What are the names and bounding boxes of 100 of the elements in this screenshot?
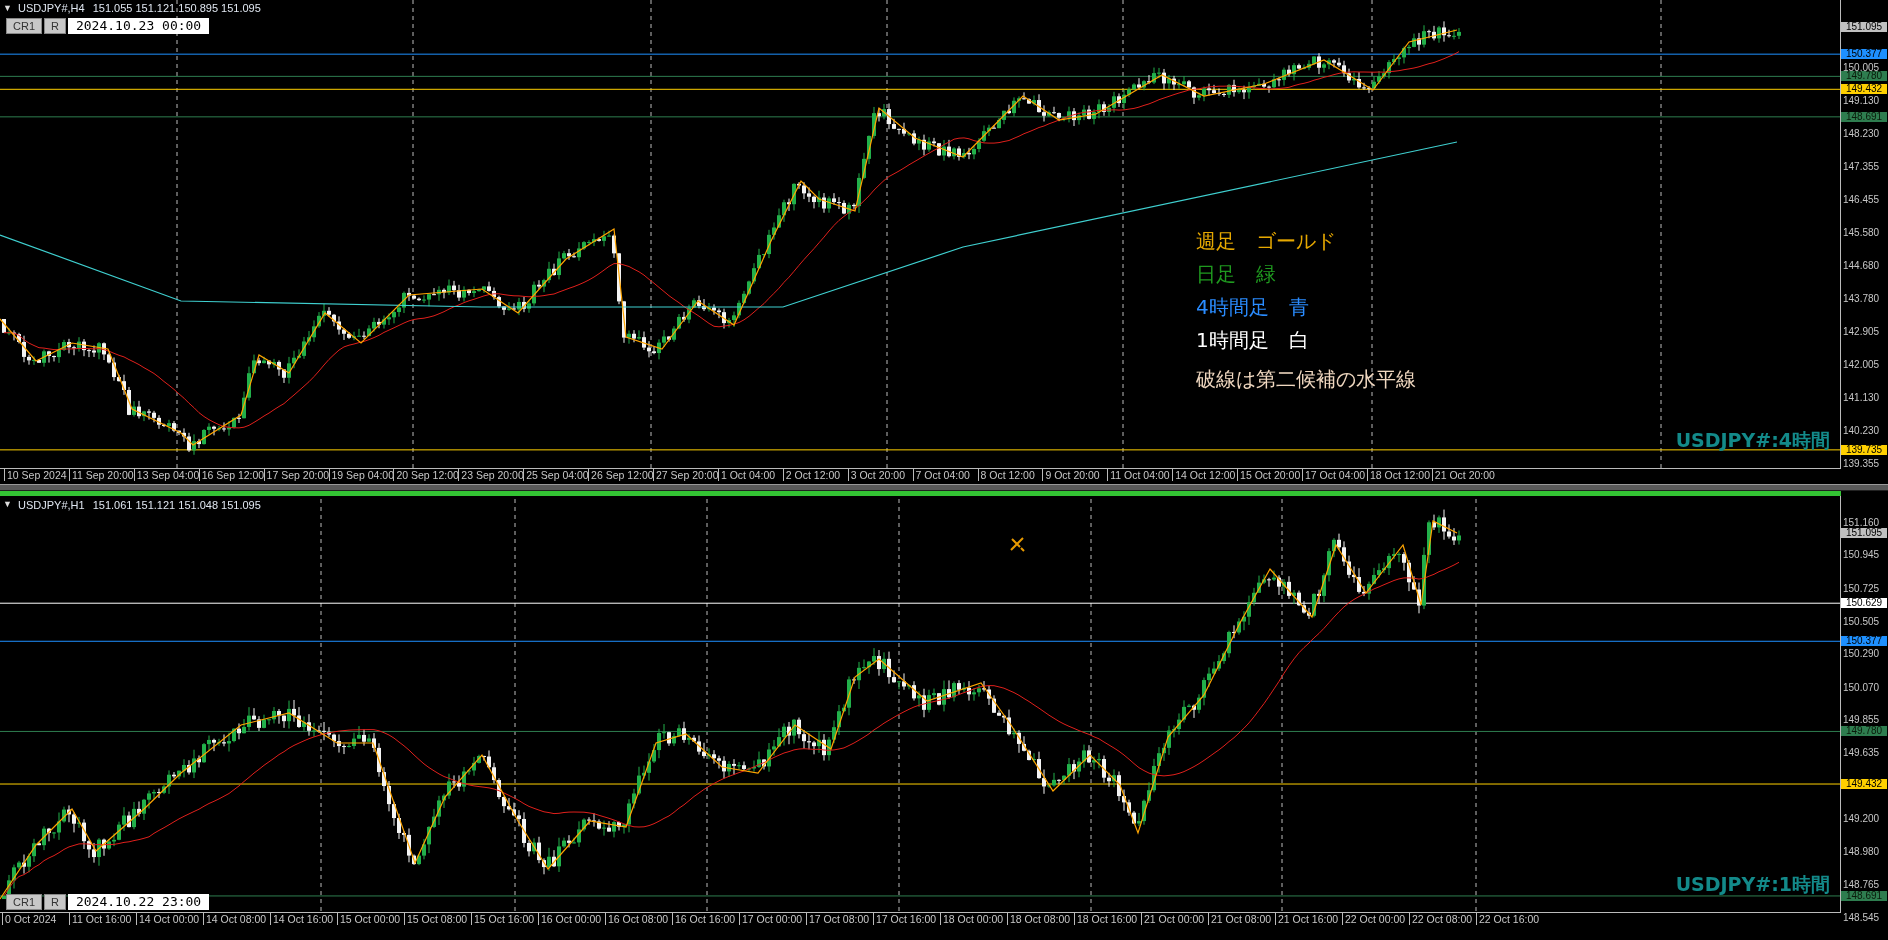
time-label: 16 Oct 08:00	[605, 913, 669, 925]
price-tick-label: 148.545	[1843, 913, 1880, 923]
time-label: 9 Oct 20:00	[1042, 469, 1100, 481]
price-label: 150.377	[1841, 49, 1887, 60]
time-label: 18 Oct 16:00	[1074, 913, 1138, 925]
time-label: 21 Oct 16:00	[1275, 913, 1339, 925]
price-label: 149.780	[1841, 726, 1887, 737]
time-label: 7 Oct 04:00	[912, 469, 970, 481]
chart-label: USDJPY#:4時間	[1675, 428, 1830, 453]
time-label: 17 Oct 16:00	[873, 913, 937, 925]
price-tick-label: 146.455	[1843, 195, 1880, 205]
chart-button[interactable]: R	[44, 18, 66, 34]
time-label: 15 Oct 00:00	[337, 913, 401, 925]
price-tick-label: 150.725	[1843, 583, 1880, 594]
time-label: 11 Oct 04:00	[1107, 469, 1170, 481]
ohlc-values: 151.061 151.121 151.048 151.095	[92, 499, 261, 511]
time-label: 25 Sep 04:00	[523, 469, 589, 481]
time-label: 15 Oct 16:00	[471, 913, 535, 925]
price-label: 150.629	[1841, 598, 1887, 609]
price-tick-label: 145.580	[1843, 227, 1880, 238]
price-tick-label: 148.230	[1843, 129, 1880, 139]
time-label: 17 Oct 00:00	[739, 913, 803, 925]
time-label: 16 Oct 00:00	[538, 913, 602, 925]
price-tick-label: 143.780	[1843, 294, 1880, 305]
time-label: 16 Sep 12:00	[198, 469, 265, 481]
time-label: 2 Oct 12:00	[782, 469, 841, 481]
time-label: 13 Sep 04:00	[133, 469, 200, 481]
price-label: 139.735	[1841, 444, 1887, 455]
price-tick-label: 148.980	[1843, 847, 1880, 858]
time-label: 14 Oct 08:00	[203, 913, 267, 925]
time-label: 16 Oct 16:00	[672, 913, 736, 925]
price-tick-label: 142.005	[1843, 360, 1880, 371]
pane-menu-button[interactable]: ▼	[3, 3, 12, 14]
chart-button[interactable]: CR1	[6, 894, 42, 910]
symbol-label: USDJPY#,H4	[18, 2, 85, 14]
time-label: 14 Oct 00:00	[136, 913, 200, 925]
time-label: 11 Sep 20:00	[68, 469, 134, 481]
note-text: 日足 緑	[1196, 261, 1277, 287]
time-label: 15 Oct 20:00	[1237, 469, 1301, 481]
time-label: 1 Oct 04:00	[717, 469, 776, 481]
note-text: 週足 ゴールド	[1196, 228, 1337, 254]
price-tick-label: 150.005	[1843, 63, 1880, 73]
time-label: 15 Oct 08:00	[404, 913, 468, 925]
time-label: 17 Sep 20:00	[263, 469, 330, 481]
current-price-label: 151.095	[1841, 527, 1887, 538]
price-label: 148.691	[1841, 890, 1887, 901]
price-tick-label: 151.160	[1843, 518, 1880, 528]
chart-label: USDJPY#:1時間	[1675, 872, 1830, 897]
time-label: 21 Oct 08:00	[1208, 913, 1272, 925]
price-tick-label: 149.855	[1843, 715, 1880, 726]
price-tick-label: 149.200	[1843, 814, 1880, 825]
price-tick-label: 150.505	[1843, 616, 1880, 627]
price-tick-label: 149.635	[1843, 748, 1880, 759]
price-label: 149.432	[1841, 779, 1887, 789]
time-label: 22 Oct 00:00	[1342, 913, 1406, 925]
time-label: 21 Oct 00:00	[1141, 913, 1205, 925]
time-label: 21 Oct 20:00	[1431, 469, 1495, 481]
ohlc-values: 151.055 151.121 150.895 151.095	[92, 2, 261, 14]
note-text: 1時間足 白	[1196, 327, 1310, 353]
price-tick-label: 142.905	[1843, 327, 1880, 337]
time-label: 10 Sep 2024	[4, 469, 67, 481]
symbol-label: USDJPY#,H1	[18, 499, 85, 511]
time-label: 27 Sep 20:00	[653, 469, 719, 481]
note-text: 4時間足 青	[1196, 294, 1310, 320]
price-label: 150.377	[1841, 636, 1887, 647]
note-text: 破線は第二候補の水平線	[1196, 366, 1416, 392]
time-label: 17 Oct 04:00	[1302, 469, 1366, 481]
time-label: 18 Oct 12:00	[1366, 469, 1430, 481]
pane-menu-button[interactable]: ▼	[3, 499, 12, 510]
price-label: 149.432	[1841, 84, 1887, 95]
price-tick-label: 148.765	[1843, 879, 1880, 890]
price-tick-label: 139.355	[1843, 459, 1880, 469]
time-label: 26 Sep 12:00	[588, 469, 654, 481]
price-tick-label: 150.070	[1843, 682, 1880, 693]
price-tick-label: 144.680	[1843, 261, 1880, 271]
time-label: 19 Sep 04:00	[328, 469, 394, 481]
date-field[interactable]: 2024.10.22 23:00	[67, 894, 210, 910]
time-label: 22 Oct 16:00	[1476, 913, 1540, 925]
price-tick-label: 150.945	[1843, 550, 1880, 561]
time-label: 0 Oct 2024	[2, 913, 57, 925]
time-label: 22 Oct 08:00	[1409, 913, 1473, 925]
chart-button[interactable]: R	[44, 894, 66, 910]
price-tick-label: 150.290	[1843, 649, 1880, 660]
time-label: 3 Oct 20:00	[847, 469, 905, 481]
price-label: 149.780	[1841, 71, 1887, 82]
time-label: 20 Sep 12:00	[393, 469, 459, 481]
price-tick-label: 149.130	[1843, 95, 1880, 106]
price-tick-label: 141.130	[1843, 393, 1880, 403]
price-label: 148.691	[1841, 111, 1887, 122]
time-label: 23 Sep 20:00	[458, 469, 524, 481]
time-label: 14 Oct 16:00	[270, 913, 334, 925]
price-tick-label: 147.355	[1843, 161, 1880, 172]
chart-button[interactable]: CR1	[6, 18, 42, 34]
time-label: 18 Oct 00:00	[940, 913, 1004, 925]
time-label: 17 Oct 08:00	[806, 913, 870, 925]
time-label: 14 Oct 12:00	[1172, 469, 1236, 481]
date-field[interactable]: 2024.10.23 00:00	[67, 18, 210, 34]
current-price-label: 151.095	[1841, 22, 1887, 33]
price-tick-label: 140.230	[1843, 426, 1880, 437]
time-label: 18 Oct 08:00	[1007, 913, 1071, 925]
